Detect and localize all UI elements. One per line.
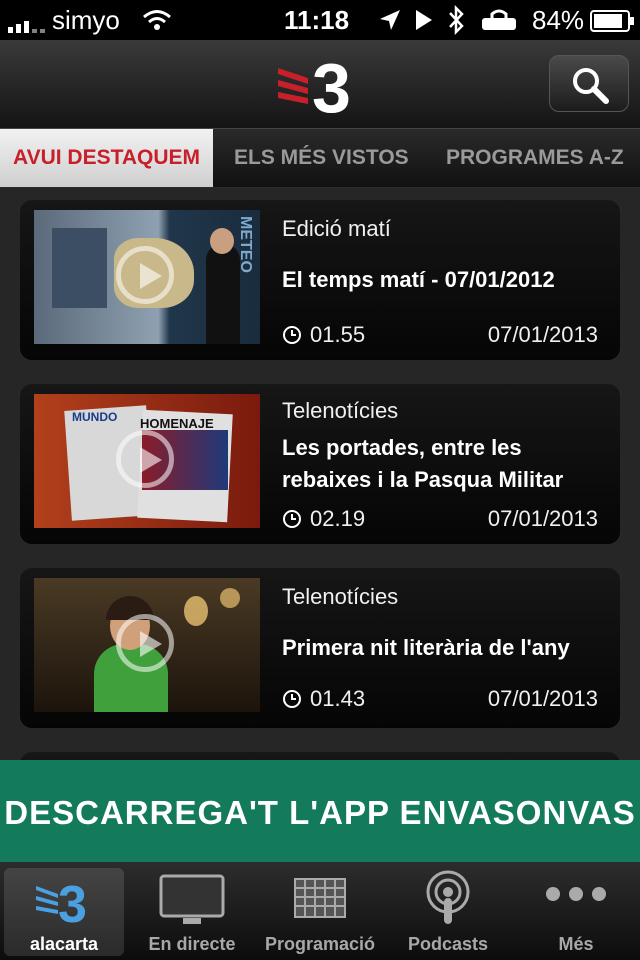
tabbar-label: Programació <box>264 934 376 954</box>
lock-rotation-icon <box>482 9 516 30</box>
thumbnail-text: MUNDO <box>72 410 118 424</box>
play-icon <box>116 246 174 304</box>
signal-strength-icon <box>8 13 45 33</box>
promo-banner[interactable]: DESCARREGA'T L'APP ENVASONVAS <box>0 760 640 862</box>
tabbar-item-programacio[interactable]: Programació <box>258 862 382 960</box>
podcast-icon <box>426 870 470 924</box>
search-icon <box>573 68 609 104</box>
video-thumbnail <box>34 578 260 712</box>
tv-icon <box>159 874 225 924</box>
tabbar-item-mes[interactable]: Més <box>520 862 632 960</box>
play-icon <box>116 614 174 672</box>
video-card[interactable]: Telenotícies Primera nit literària de l'… <box>20 568 620 728</box>
tabbar-item-podcasts[interactable]: Podcasts <box>392 862 504 960</box>
section-tabs: AVUI DESTAQUEM ELS MÉS VISTOS PROGRAMES … <box>0 128 640 187</box>
carrier-name: simyo <box>52 5 120 35</box>
tv3-logo-icon: 3 <box>36 876 87 926</box>
video-date: 07/01/2013 <box>487 686 598 711</box>
svg-text:3: 3 <box>312 54 351 116</box>
program-name: Telenotícies <box>282 584 399 609</box>
tab-programes-a-z[interactable]: PROGRAMES A-Z <box>446 129 624 187</box>
search-button[interactable] <box>549 55 629 112</box>
video-duration: 02.19 <box>282 506 365 532</box>
video-date: 07/01/2013 <box>487 322 598 347</box>
battery-icon <box>590 10 634 32</box>
tabbar-item-alacarta[interactable]: 3 alacarta <box>4 868 124 956</box>
navigation-bar: 3 <box>0 40 640 128</box>
battery-percent: 84% <box>532 5 585 35</box>
tv3-logo-icon: 3 <box>278 49 351 127</box>
program-name: Edició matí <box>282 216 391 241</box>
clock-icon <box>283 690 301 708</box>
play-status-icon <box>416 10 432 30</box>
video-list[interactable]: METEO Edició matí El temps matí - 07/01/… <box>0 188 640 760</box>
duration-value: 02.19 <box>310 506 366 531</box>
tabbar-label: Podcasts <box>407 934 489 954</box>
tab-els-mes-vistos[interactable]: ELS MÉS VISTOS <box>234 129 409 187</box>
clock-icon <box>283 326 301 344</box>
bottom-tab-bar: 3 alacarta En directe Programació Podcas… <box>0 862 640 960</box>
more-dots-icon <box>546 887 606 901</box>
tv3-logo: 3 <box>278 49 362 127</box>
video-title: Primera nit literària de l'any <box>282 635 570 660</box>
video-thumbnail: MUNDO HOMENAJE <box>34 394 260 528</box>
video-card[interactable]: MUNDO HOMENAJE Telenotícies Les portades… <box>20 384 620 544</box>
video-date: 07/01/2013 <box>487 506 598 531</box>
bluetooth-icon <box>449 4 464 36</box>
status-bar: simyo 11:18 84% <box>0 0 640 40</box>
clock-time: 11:18 <box>284 5 350 35</box>
tabbar-label: En directe <box>148 934 236 954</box>
svg-text:3: 3 <box>58 876 87 926</box>
video-duration: 01.43 <box>282 686 365 712</box>
thumbnail-text: HOMENAJE <box>140 416 214 431</box>
duration-value: 01.43 <box>310 686 366 711</box>
tab-avui-destaquem[interactable]: AVUI DESTAQUEM <box>0 129 213 187</box>
tabbar-label: alacarta <box>29 934 99 954</box>
video-title: Les portades, entre les rebaixes i la Pa… <box>282 435 564 492</box>
location-arrow-icon <box>380 10 400 30</box>
video-title: El temps matí - 07/01/2012 <box>282 267 555 292</box>
schedule-grid-icon <box>294 878 346 918</box>
video-card[interactable]: METEO Edició matí El temps matí - 07/01/… <box>20 200 620 360</box>
program-name: Telenotícies <box>282 398 399 423</box>
tabbar-item-en-directe[interactable]: En directe <box>132 862 252 960</box>
thumbnail-text: METEO <box>237 216 254 273</box>
play-icon <box>116 430 174 488</box>
video-thumbnail: METEO <box>34 210 260 344</box>
clock-icon <box>283 510 301 528</box>
video-card-partial[interactable] <box>20 752 620 760</box>
duration-value: 01.55 <box>310 322 366 347</box>
video-duration: 01.55 <box>282 322 365 348</box>
wifi-icon <box>143 10 171 30</box>
tabbar-label: Més <box>558 934 594 954</box>
